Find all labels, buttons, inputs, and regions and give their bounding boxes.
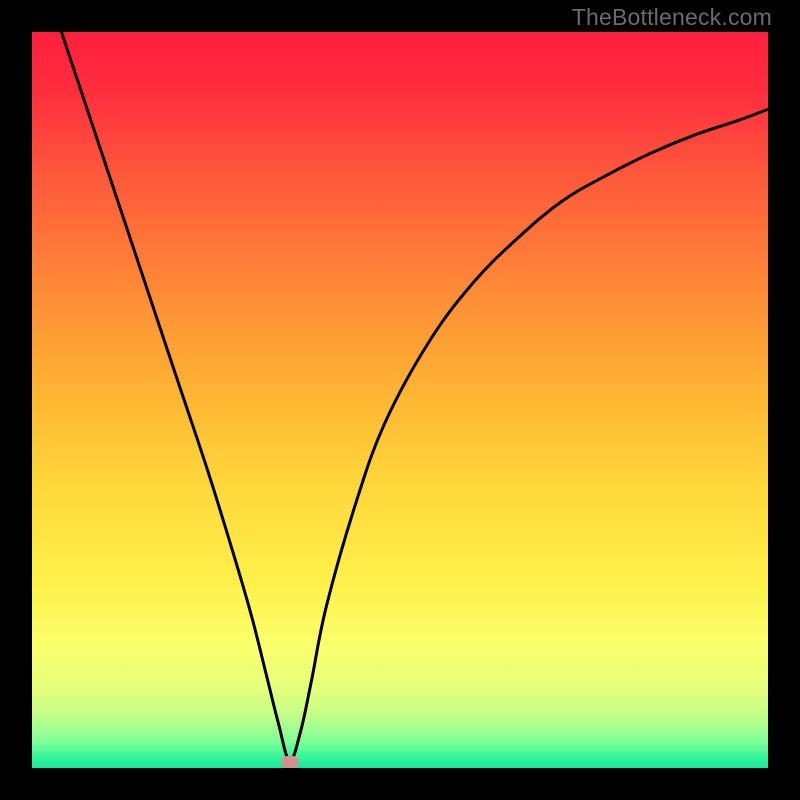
watermark-text: TheBottleneck.com <box>572 4 772 31</box>
minimum-marker <box>281 756 299 768</box>
gradient-background <box>32 32 768 768</box>
chart-frame: TheBottleneck.com <box>0 0 800 800</box>
chart-svg <box>0 0 800 800</box>
